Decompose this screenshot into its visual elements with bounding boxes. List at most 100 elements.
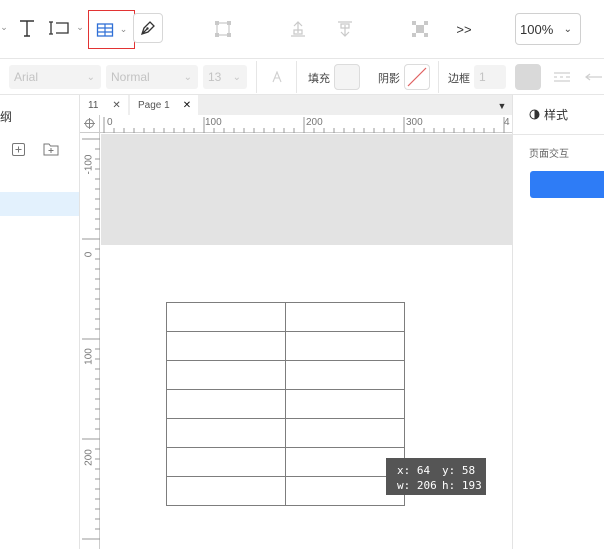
table-element[interactable] <box>166 302 405 506</box>
page-tab-bar: 11 ✕ Page 1 ✕ ▼ <box>80 95 512 115</box>
font-family-select[interactable]: Arial ⌄ <box>9 65 101 89</box>
border-width-value: 1 <box>479 70 486 84</box>
chevron-down-icon: ⌄ <box>232 71 241 83</box>
table-row <box>166 418 405 448</box>
ruler-label: -100 <box>83 154 95 175</box>
tab-11[interactable]: 11 ✕ <box>80 95 128 115</box>
add-folder-icon <box>43 143 59 156</box>
group-icon <box>412 21 428 37</box>
prev-dropdown-caret[interactable]: ⌄ <box>0 20 8 36</box>
ruler-label: 100 <box>83 348 95 365</box>
divider <box>256 61 257 93</box>
align-points-button[interactable] <box>208 14 238 44</box>
pen-icon <box>140 21 155 36</box>
ruler-label: 200 <box>306 117 323 128</box>
chevron-down-icon: ⌄ <box>183 71 192 83</box>
close-icon[interactable]: ✕ <box>112 100 120 111</box>
format-bar: Arial ⌄ Normal ⌄ 13 ⌄ 填充 阴影 边框 1 <box>0 59 604 95</box>
border-style-button[interactable] <box>551 67 573 87</box>
design-canvas[interactable]: 0 100 200 300 4 -100 0 100 200 x: 64 y: … <box>80 115 512 549</box>
tooltip-x: x: 64 <box>397 464 431 477</box>
divider <box>296 61 297 93</box>
send-backward-button[interactable] <box>330 14 360 44</box>
table-cell[interactable] <box>166 360 286 390</box>
table-row <box>166 302 405 332</box>
chevron-down-icon: ⌄ <box>86 71 95 83</box>
ruler-label: 300 <box>406 117 423 128</box>
page-interaction-label: 页面交互 <box>529 149 569 160</box>
outline-item-selected[interactable] <box>0 192 79 216</box>
table-cell[interactable] <box>166 331 286 361</box>
main-toolbar: ⌄ ⌄ ⌄ >> 100% ⌄ <box>0 0 604 59</box>
zoom-select[interactable]: 100% ⌄ <box>515 13 581 45</box>
table-row <box>166 476 405 506</box>
canvas-offpage-area <box>101 134 512 245</box>
group-button[interactable] <box>405 14 435 44</box>
font-color-button[interactable] <box>266 66 288 88</box>
table-row <box>166 360 405 390</box>
primary-action-button[interactable] <box>530 171 604 198</box>
close-icon[interactable]: ✕ <box>183 100 191 111</box>
style-tab-label: 样式 <box>544 108 569 122</box>
ruler-label: 0 <box>107 117 113 128</box>
node-edit-icon <box>215 21 231 37</box>
table-cell[interactable] <box>166 447 286 477</box>
table-cell[interactable] <box>166 418 286 448</box>
chevron-down-icon: ⌄ <box>563 23 572 35</box>
more-tools-button[interactable]: >> <box>452 18 476 40</box>
table-cell[interactable] <box>285 418 405 448</box>
bring-forward-button[interactable] <box>283 14 313 44</box>
table-icon <box>96 22 113 37</box>
font-weight-select[interactable]: Normal ⌄ <box>106 65 198 89</box>
ruler-label: 0 <box>83 251 95 258</box>
table-cell[interactable] <box>166 476 286 506</box>
bring-forward-icon <box>291 21 305 37</box>
table-cell[interactable] <box>285 360 405 390</box>
frame-icon <box>49 21 69 35</box>
table-caret-icon: ⌄ <box>119 24 128 35</box>
line-style-icon <box>554 72 570 82</box>
style-tab[interactable]: 样式 <box>513 95 604 135</box>
tooltip-h: h: 193 <box>442 479 482 492</box>
table-cell[interactable] <box>166 389 286 419</box>
vertical-ruler: -100 0 100 200 <box>80 133 100 549</box>
ruler-origin-button[interactable] <box>80 115 100 133</box>
add-folder-button[interactable] <box>42 141 60 157</box>
size-position-tooltip: x: 64 y: 58 w: 206 h: 193 <box>386 458 486 495</box>
tabs-menu-caret-icon[interactable]: ▼ <box>496 100 508 112</box>
font-family-value: Arial <box>14 70 39 84</box>
tab-page-1[interactable]: Page 1 ✕ <box>130 95 198 115</box>
arrow-style-icon <box>585 73 602 81</box>
vertical-ruler-ticks <box>82 138 100 540</box>
properties-panel: 样式 页面交互 <box>512 95 604 549</box>
table-tool-button[interactable]: ⌄ <box>88 10 135 49</box>
fill-label: 填充 <box>308 73 330 85</box>
crosshair-icon <box>84 118 95 129</box>
table-row <box>166 447 405 477</box>
border-width-input[interactable]: 1 <box>474 65 506 89</box>
ruler-label: 100 <box>205 117 222 128</box>
pen-tool-button[interactable] <box>133 13 163 43</box>
table-cell[interactable] <box>285 389 405 419</box>
divider <box>438 61 439 93</box>
table-cell[interactable] <box>285 331 405 361</box>
table-cell[interactable] <box>285 302 405 332</box>
text-icon <box>20 20 34 37</box>
border-label: 边框 <box>448 73 470 85</box>
font-size-select[interactable]: 13 ⌄ <box>203 65 247 89</box>
text-tool-button[interactable] <box>14 14 40 42</box>
no-color-icon <box>407 67 427 87</box>
shadow-label: 阴影 <box>378 73 400 85</box>
table-row <box>166 389 405 419</box>
table-row <box>166 331 405 361</box>
tooltip-w: w: 206 <box>397 479 437 492</box>
add-page-button[interactable] <box>11 142 25 156</box>
border-color-swatch[interactable] <box>515 64 541 90</box>
shadow-color-swatch[interactable] <box>404 64 430 90</box>
frame-tool-button[interactable]: ⌄ <box>46 14 86 42</box>
table-cell[interactable] <box>166 302 286 332</box>
arrow-style-button[interactable] <box>584 67 604 87</box>
horizontal-ruler: 0 100 200 300 4 <box>100 115 512 133</box>
fill-color-swatch[interactable] <box>334 64 360 90</box>
tooltip-y: y: 58 <box>442 464 476 477</box>
